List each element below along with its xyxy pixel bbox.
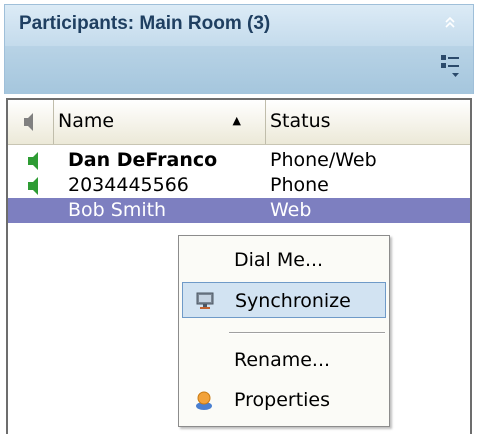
- participant-name: 2034445566: [68, 174, 189, 196]
- menu-item-label: Rename...: [234, 349, 331, 371]
- participant-row[interactable]: Dan DeFranco Phone/Web: [8, 148, 470, 173]
- panel-toolbar: [4, 46, 474, 94]
- sort-ascending-icon: ▲: [232, 114, 241, 127]
- person-icon: [196, 391, 212, 410]
- menu-item-label: Synchronize: [235, 290, 351, 312]
- participant-status: Phone: [270, 174, 329, 196]
- column-name-label: Name: [58, 110, 115, 132]
- speaker-icon: [24, 113, 33, 131]
- menu-item-synchronize[interactable]: Synchronize: [182, 282, 386, 318]
- participant-status: Phone/Web: [270, 149, 377, 171]
- participant-name: Dan DeFranco: [68, 149, 218, 171]
- participants-panel: Participants: Main Room (3) Name ▲ Statu…: [0, 0, 478, 434]
- list-header: Name ▲ Status: [8, 100, 470, 145]
- participant-row[interactable]: Bob Smith Web: [8, 198, 470, 223]
- menu-item-label: Dial Me...: [234, 249, 324, 271]
- list-options-icon[interactable]: [439, 52, 463, 82]
- panel-titlebar: Participants: Main Room (3): [4, 4, 474, 46]
- menu-item-rename[interactable]: Rename...: [182, 342, 386, 378]
- column-audio[interactable]: [8, 100, 54, 144]
- menu-separator: [229, 332, 385, 334]
- speaker-icon: [28, 177, 38, 195]
- speaker-icon: [28, 152, 38, 170]
- monitor-icon: [196, 292, 214, 309]
- column-status-label: Status: [270, 110, 331, 132]
- menu-item-properties[interactable]: Properties: [182, 382, 386, 418]
- column-status[interactable]: Status: [266, 100, 470, 144]
- participant-name: Bob Smith: [68, 199, 167, 221]
- participant-status: Web: [270, 199, 312, 221]
- menu-item-label: Properties: [234, 389, 331, 411]
- context-menu: Dial Me... Synchronize Rename... Propert…: [178, 235, 390, 427]
- menu-item-dial-me[interactable]: Dial Me...: [182, 242, 386, 278]
- column-name[interactable]: Name ▲: [54, 100, 266, 144]
- double-chevron-up-icon[interactable]: [439, 13, 461, 35]
- participant-row[interactable]: 2034445566 Phone: [8, 173, 470, 198]
- panel-title: Participants: Main Room (3): [19, 13, 271, 34]
